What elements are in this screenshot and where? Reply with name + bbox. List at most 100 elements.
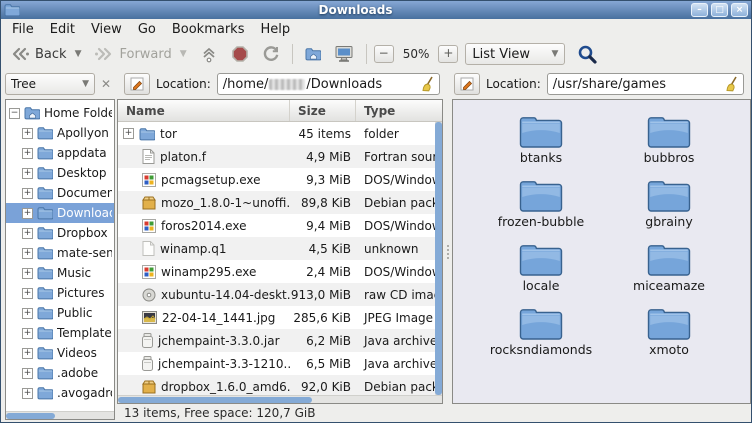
column-header-type[interactable]: Type <box>356 100 442 121</box>
file-row[interactable]: mozo_1.8.0-1~unoffi...89,8 KiBDebian pac… <box>118 191 442 214</box>
location-input-left[interactable]: /home//Downloads <box>217 73 440 95</box>
file-row[interactable]: winamp295.exe2,4 MiBDOS/Windows ex <box>118 260 442 283</box>
file-name-cell: dropbox_1.6.0_amd6... <box>118 380 290 394</box>
file-row[interactable]: +tor45 itemsfolder <box>118 122 442 145</box>
sidebar-item-label: Pictures <box>57 286 105 300</box>
sidebar-item-documents[interactable]: +Documents <box>6 183 114 203</box>
view-mode-select[interactable]: List View ▼ <box>465 43 565 65</box>
back-button[interactable]: Back ▼ <box>5 43 86 65</box>
clear-location-icon[interactable] <box>724 76 738 92</box>
expander-icon[interactable]: + <box>22 148 33 159</box>
expander-icon[interactable]: + <box>22 368 33 379</box>
sidebar-item-apollyon[interactable]: +Apollyon <box>6 123 114 143</box>
file-type: Debian package <box>356 196 442 210</box>
file-row[interactable]: 22-04-14_1441.jpg285,6 KiBJPEG Image <box>118 306 442 329</box>
menu-bookmarks[interactable]: Bookmarks <box>164 20 253 39</box>
file-row[interactable]: winamp.q14,5 KiBunknown <box>118 237 442 260</box>
edit-pencil-icon <box>130 77 144 91</box>
menu-file[interactable]: File <box>4 20 42 39</box>
sidebar-item-videos[interactable]: +Videos <box>6 343 114 363</box>
chevron-down-icon[interactable]: ▼ <box>180 49 187 59</box>
file-row[interactable]: foros2014.exe9,4 MiBDOS/Windows ex <box>118 214 442 237</box>
menu-view[interactable]: View <box>83 20 130 39</box>
folder-item-rocksndiamonds[interactable]: rocksndiamonds <box>477 304 605 357</box>
file-row[interactable]: platon.f4,9 MiBFortran source co <box>118 145 442 168</box>
expander-icon[interactable]: + <box>22 248 33 259</box>
file-name-cell: xubuntu-14.04-deskt... <box>118 288 290 302</box>
sidebar-item-pictures[interactable]: + Pictures <box>6 283 114 303</box>
title-bar[interactable]: Downloads – □ × <box>1 1 751 19</box>
sidebar-item-public[interactable]: +Public <box>6 303 114 323</box>
sidebar-hscrollbar[interactable] <box>6 411 114 419</box>
file-list-header: Name Size Type <box>118 100 442 122</box>
file-list-hscrollbar[interactable] <box>118 395 442 403</box>
scrollbar-thumb[interactable] <box>118 397 312 403</box>
computer-button[interactable] <box>329 42 359 66</box>
expander-icon[interactable]: + <box>22 188 33 199</box>
sidebar-item-desktop[interactable]: +Desktop <box>6 163 114 183</box>
sidebar-close-icon[interactable]: ✕ <box>97 77 115 91</box>
expander-icon[interactable]: + <box>22 288 33 299</box>
edit-location-button-right[interactable] <box>454 73 480 95</box>
folder-item-miceamaze[interactable]: miceamaze <box>605 240 733 293</box>
expander-icon[interactable]: + <box>22 348 33 359</box>
expander-icon[interactable]: + <box>22 268 33 279</box>
folder-item-bubbros[interactable]: bubbros <box>605 112 733 165</box>
scrollbar-thumb[interactable] <box>435 122 442 395</box>
forward-button[interactable]: Forward ▼ <box>89 43 191 65</box>
expander-icon[interactable]: + <box>22 208 33 219</box>
clear-location-icon[interactable] <box>420 76 434 92</box>
file-row[interactable]: dropbox_1.6.0_amd6...92,0 KiBDebian pack… <box>118 375 442 395</box>
column-header-name[interactable]: Name <box>118 100 290 121</box>
expander-icon[interactable]: + <box>22 128 33 139</box>
scrollbar-thumb[interactable] <box>6 413 55 419</box>
column-header-size[interactable]: Size <box>290 100 356 121</box>
close-button[interactable]: × <box>731 3 748 17</box>
edit-location-button-left[interactable] <box>124 73 150 95</box>
expander-icon[interactable]: + <box>22 168 33 179</box>
menu-help[interactable]: Help <box>252 20 298 39</box>
expander-icon[interactable]: + <box>123 128 134 139</box>
up-button[interactable] <box>195 42 223 66</box>
expander-icon[interactable]: + <box>22 228 33 239</box>
menu-edit[interactable]: Edit <box>42 20 83 39</box>
sidebar-item-downloads[interactable]: +Downloads <box>6 203 114 223</box>
zoom-in-button[interactable]: + <box>438 45 458 63</box>
file-row[interactable]: jchempaint-3.3.0.jar6,2 MiBJava archive <box>118 329 442 352</box>
sidebar-item-avogadro[interactable]: +.avogadro <box>6 383 114 403</box>
sidebar-item-adobe[interactable]: +.adobe <box>6 363 114 383</box>
home-button[interactable] <box>300 44 326 64</box>
sidebar-mode-select[interactable]: Tree ▼ <box>5 73 95 95</box>
zoom-out-button[interactable]: − <box>374 45 394 63</box>
sidebar-item-music[interactable]: +Music <box>6 263 114 283</box>
file-row[interactable]: pcmagsetup.exe9,3 MiBDOS/Windows ex <box>118 168 442 191</box>
folder-item-locale[interactable]: locale <box>477 240 605 293</box>
location-input-right[interactable]: /usr/share/games <box>547 73 744 95</box>
reload-button[interactable] <box>257 42 285 66</box>
file-list-vscrollbar[interactable] <box>435 122 442 395</box>
menu-go[interactable]: Go <box>130 20 164 39</box>
desktop-folder-icon <box>37 166 53 180</box>
sidebar-item-home-folder[interactable]: −Home Folder <box>6 103 114 123</box>
expander-icon[interactable]: + <box>22 308 33 319</box>
search-button[interactable] <box>572 41 602 67</box>
stop-button[interactable] <box>226 42 254 66</box>
expander-icon[interactable]: + <box>22 388 33 399</box>
folder-item-btanks[interactable]: btanks <box>477 112 605 165</box>
folder-item-gbrainy[interactable]: gbrainy <box>605 176 733 229</box>
pane-resize-handle[interactable] <box>443 99 452 404</box>
folder-item-frozen-bubble[interactable]: frozen-bubble <box>477 176 605 229</box>
sidebar-item-appdata[interactable]: +appdata <box>6 143 114 163</box>
file-row[interactable]: jchempaint-3.3-1210...6,5 MiBJava archiv… <box>118 352 442 375</box>
sidebar-item-mate-sensors[interactable]: +mate-sensors- <box>6 243 114 263</box>
expander-icon[interactable]: − <box>9 108 20 119</box>
maximize-button[interactable]: □ <box>711 3 728 17</box>
expander-icon[interactable]: + <box>22 328 33 339</box>
minimize-button[interactable]: – <box>691 3 708 17</box>
file-row[interactable]: xubuntu-14.04-deskt...913,0 MiBraw CD im… <box>118 283 442 306</box>
sidebar-item-dropbox[interactable]: +Dropbox <box>6 223 114 243</box>
folder-item-xmoto[interactable]: xmoto <box>605 304 733 357</box>
sidebar-item-templates[interactable]: +Templates <box>6 323 114 343</box>
file-type: JPEG Image <box>356 311 442 325</box>
chevron-down-icon[interactable]: ▼ <box>75 49 82 59</box>
